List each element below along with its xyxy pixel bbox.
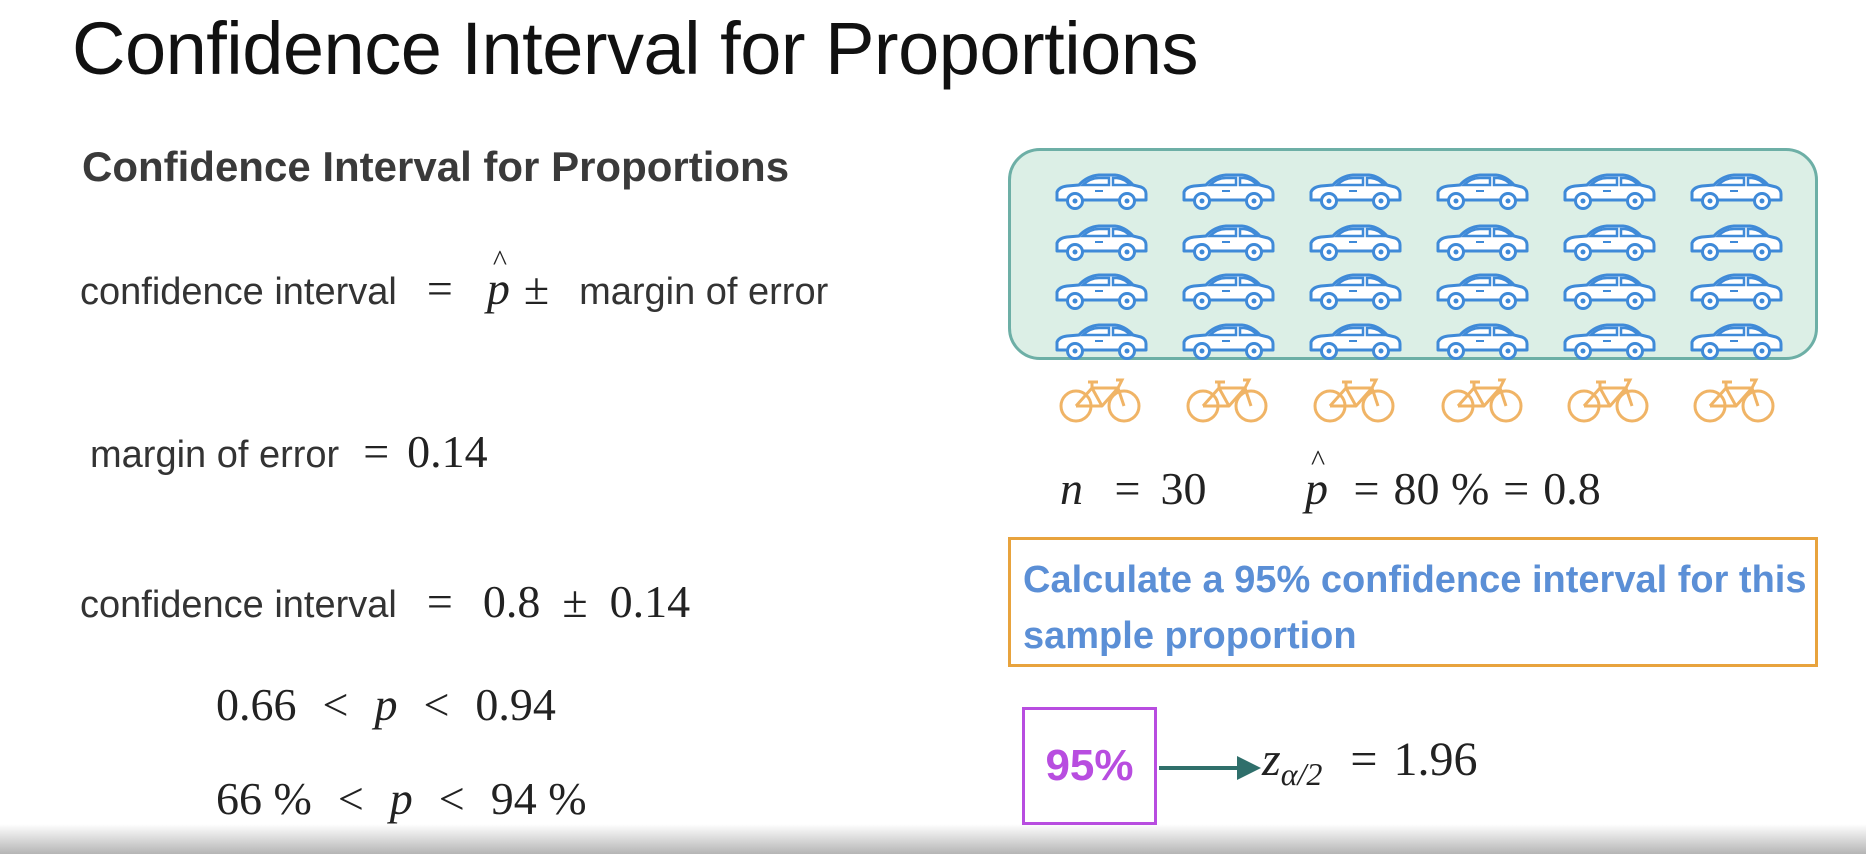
- sample-proportion: p = 80 % = 0.8: [1305, 444, 1601, 515]
- bicycle-icon: [1313, 378, 1395, 423]
- video-bottom-shade: [0, 824, 1866, 854]
- car-icon: [1309, 273, 1402, 310]
- car-icon: [1309, 224, 1402, 261]
- car-icon: [1055, 273, 1148, 310]
- car-icon: [1436, 323, 1529, 360]
- car-icon: [1436, 173, 1529, 210]
- car-icon: [1309, 173, 1402, 210]
- equals-sign: =: [1503, 463, 1530, 514]
- car-icon: [1182, 323, 1275, 360]
- sample-proportion-value: 0.8: [1543, 463, 1601, 514]
- car-icon: [1563, 173, 1656, 210]
- car-icon: [1436, 273, 1529, 310]
- car-icon: [1563, 273, 1656, 310]
- sample-size-value: 30: [1160, 463, 1207, 514]
- critical-value-row: zα/2 = 1.96: [1262, 732, 1477, 793]
- arrow-right-icon: [1159, 756, 1261, 780]
- confidence-level-label: 95%: [1045, 741, 1134, 790]
- equals-sign: =: [1114, 463, 1141, 514]
- vehicle-layer: [0, 0, 1866, 854]
- car-icon: [1182, 273, 1275, 310]
- car-icon: [1563, 224, 1656, 261]
- sample-size: n = 30: [1060, 462, 1206, 515]
- bicycle-icon: [1693, 378, 1775, 423]
- equals-sign: =: [1350, 733, 1378, 786]
- car-icon: [1690, 323, 1783, 360]
- confidence-level-box: 95%: [1022, 707, 1157, 825]
- task-box: Calculate a 95% confidence interval for …: [1008, 537, 1818, 667]
- bicycle-icon: [1059, 378, 1141, 423]
- car-icon: [1563, 323, 1656, 360]
- critical-value: 1.96: [1393, 733, 1478, 786]
- p-hat-symbol: p: [1305, 444, 1328, 515]
- equals-sign: =: [1353, 463, 1380, 514]
- car-icon: [1055, 323, 1148, 360]
- car-icon: [1055, 224, 1148, 261]
- n-symbol: n: [1060, 463, 1083, 514]
- car-icon: [1436, 224, 1529, 261]
- sample-proportion-percent: 80 %: [1393, 463, 1490, 514]
- car-icon: [1690, 273, 1783, 310]
- bicycle-icon: [1441, 378, 1523, 423]
- z-symbol: z: [1262, 733, 1281, 786]
- car-icon: [1055, 173, 1148, 210]
- car-icon: [1690, 173, 1783, 210]
- task-text: Calculate a 95% confidence interval for …: [1023, 559, 1807, 657]
- bicycle-icon: [1186, 378, 1268, 423]
- car-icon: [1182, 173, 1275, 210]
- car-icon: [1690, 224, 1783, 261]
- bicycle-icon: [1567, 378, 1649, 423]
- car-icon: [1182, 224, 1275, 261]
- z-subscript: α/2: [1280, 756, 1323, 792]
- car-icon: [1309, 323, 1402, 360]
